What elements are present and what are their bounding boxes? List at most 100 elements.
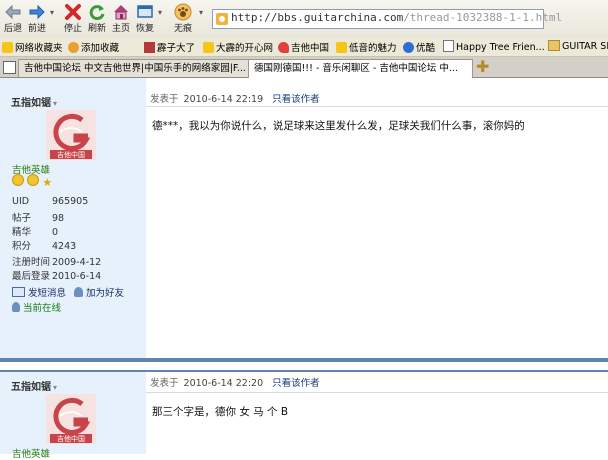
forum-post: 五指如锯 ▾ 吉他中国 吉他英雄 发表于 2010-6-14 22:20 只看该作… xyxy=(0,370,608,460)
page-favicon-icon xyxy=(216,13,228,25)
bookmark-label: 低音的魅力 xyxy=(349,43,397,54)
user-rank: 吉他英雄 xyxy=(12,449,51,460)
bookmark-item[interactable]: 网络收藏夹 xyxy=(2,40,63,54)
bookmark-item[interactable]: GUITAR SH xyxy=(548,40,608,54)
star-icon xyxy=(336,42,347,53)
url-host: http://bbs.guitarchina.com xyxy=(231,11,404,24)
author-menu-icon[interactable]: ▾ xyxy=(53,99,57,108)
avatar[interactable]: 吉他中国 xyxy=(46,110,96,160)
post-time: 2010-6-14 22:20 xyxy=(183,378,264,389)
bookmark-label: 添加收藏 xyxy=(81,43,120,54)
add-friend-icon xyxy=(74,287,83,297)
send-message-link[interactable]: 发短消息 xyxy=(12,285,66,299)
bookmark-label: 吉他中国 xyxy=(291,43,330,54)
bookmark-item[interactable]: 添加收藏 xyxy=(68,40,119,54)
page-icon xyxy=(443,40,454,52)
history-dropdown-icon[interactable]: ▾ xyxy=(50,8,54,17)
guitarchina-logo-icon: 吉他中国 xyxy=(46,110,96,160)
author-sidebar: 五指如锯 ▾ 吉他中国 吉他英雄 xyxy=(0,372,146,460)
stop-x-icon xyxy=(65,4,81,20)
stat-register-date: 注册时间 2009-4-12 xyxy=(12,257,102,268)
star-icon xyxy=(203,42,214,53)
address-bar[interactable]: http://bbs.guitarchina.com/thread-103238… xyxy=(212,9,562,29)
restore-window-icon xyxy=(137,5,153,18)
url-text: http://bbs.guitarchina.com/thread-103238… xyxy=(231,11,562,24)
stat-last-login: 最后登录 2010-6-14 xyxy=(12,271,102,282)
restore-dropdown-icon[interactable]: ▾ xyxy=(158,8,162,17)
bookmark-label: GUITAR SH xyxy=(562,41,608,52)
user-online-icon xyxy=(12,302,20,312)
guitarchina-logo-icon: 吉他中国 xyxy=(46,394,96,444)
post-content: 发表于 2010-6-14 22:19 只看该作者 德***，我以为你说什么，说… xyxy=(146,78,608,358)
play-icon xyxy=(403,42,414,53)
tab-label: 吉他中国论坛 中文吉他世界|中国乐手的网络家园|F... xyxy=(24,63,246,74)
bookmark-item[interactable]: 优酷 xyxy=(403,40,435,54)
tab-list-icon[interactable] xyxy=(3,61,16,74)
avatar[interactable]: 吉他中国 xyxy=(46,394,96,444)
stop-button[interactable]: 停止 xyxy=(62,3,84,37)
post-meta: 发表于 2010-6-14 22:20 只看该作者 xyxy=(150,375,320,389)
post-body: 德***，我以为你说什么，说足球来这里发什么发，足球关我们什么事，滚你妈的 xyxy=(152,120,525,132)
bookmark-item[interactable]: 霹子大了 xyxy=(144,40,195,54)
post-gap xyxy=(0,362,608,370)
back-button[interactable]: 后退 xyxy=(2,3,24,37)
only-author-link[interactable]: 只看该作者 xyxy=(272,378,320,389)
sun-icon xyxy=(12,174,24,186)
star-icon xyxy=(2,42,13,53)
author-name[interactable]: 五指如锯 ▾ xyxy=(11,378,57,393)
bookmark-item[interactable]: 低音的魅力 xyxy=(336,40,397,54)
add-friend-link[interactable]: 加为好友 xyxy=(74,285,124,299)
star-icon: ★ xyxy=(42,176,53,189)
moon-icon xyxy=(27,174,40,186)
forward-arrow-icon xyxy=(29,4,45,20)
browser-toolbar: 后退 前进 ▾ 停止 刷新 主页 恢复 ▾ 无痕 ▾ http://bbs.gu… xyxy=(0,0,608,38)
restore-button[interactable]: 恢复 xyxy=(134,3,156,37)
author-menu-icon[interactable]: ▾ xyxy=(53,383,57,392)
posted-label: 发表于 xyxy=(150,378,179,389)
author-sidebar: 五指如锯 ▾ 吉他中国 吉他英雄 ★ UID 965905 帖子 98 精华 0 积分 4… xyxy=(0,78,146,358)
online-status: 当前在线 xyxy=(12,300,61,314)
home-icon xyxy=(114,5,128,20)
bookmark-item[interactable]: 吉他中国 xyxy=(278,40,329,54)
bookmark-item[interactable]: Happy Tree Frien... xyxy=(443,40,545,54)
bookmark-label: Happy Tree Frien... xyxy=(456,42,545,53)
back-arrow-icon xyxy=(5,4,21,20)
forum-post: 五指如锯 ▾ 吉他中国 吉他英雄 ★ UID 965905 帖子 98 精华 0 积分 4… xyxy=(0,78,608,358)
paw-print-icon xyxy=(174,3,192,21)
post-time: 2010-6-14 22:19 xyxy=(183,94,264,105)
tab-current-thread[interactable]: 德国刚德国!!! - 音乐闲聊区 - 吉他中国论坛 中... xyxy=(248,59,473,78)
only-author-link[interactable]: 只看该作者 xyxy=(272,94,320,105)
stat-digest: 精华 0 xyxy=(12,227,59,238)
bookmark-item[interactable]: 大霹的开心网 xyxy=(203,40,273,54)
restore-label: 恢复 xyxy=(135,24,154,34)
stop-label: 停止 xyxy=(63,24,82,34)
bookmarks-bar: 网络收藏夹 添加收藏 霹子大了 大霹的开心网 吉他中国 低音的魅力 优酷 Hap… xyxy=(0,38,608,57)
refresh-label: 刷新 xyxy=(87,24,106,34)
author-name[interactable]: 五指如锯 ▾ xyxy=(11,94,57,109)
divider xyxy=(146,392,608,393)
forward-label: 前进 xyxy=(27,24,46,34)
post-content: 发表于 2010-6-14 22:20 只看该作者 那三个字是，德你 女 马 个… xyxy=(146,372,608,454)
bookmark-label: 霹子大了 xyxy=(157,43,196,54)
post-meta: 发表于 2010-6-14 22:19 只看该作者 xyxy=(150,91,320,105)
home-button[interactable]: 主页 xyxy=(110,3,132,37)
svg-text:吉他中国: 吉他中国 xyxy=(57,434,85,443)
refresh-icon xyxy=(89,5,105,21)
folder-icon xyxy=(548,40,560,51)
refresh-button[interactable]: 刷新 xyxy=(86,3,108,37)
forum-thread: 五指如锯 ▾ 吉他中国 吉他英雄 ★ UID 965905 帖子 98 精华 0 积分 4… xyxy=(0,78,608,460)
forward-button[interactable]: 前进 xyxy=(26,3,48,37)
noimage-label: 无痕 xyxy=(173,24,192,34)
new-tab-plus-icon[interactable]: ✚ xyxy=(476,57,489,76)
add-favorite-icon xyxy=(68,42,79,53)
posted-label: 发表于 xyxy=(150,94,179,105)
site-icon xyxy=(144,42,155,53)
back-label: 后退 xyxy=(3,24,22,34)
bookmark-label: 优酷 xyxy=(416,43,436,54)
tab-guitarchina-home[interactable]: 吉他中国论坛 中文吉他世界|中国乐手的网络家园|F... xyxy=(18,59,250,77)
noimage-button[interactable]: 无痕 xyxy=(172,3,194,37)
tab-label: 德国刚德国!!! - 音乐闲聊区 - 吉他中国论坛 中... xyxy=(254,63,458,74)
envelope-icon xyxy=(12,287,25,297)
heart-icon xyxy=(278,42,289,53)
noimage-dropdown-icon[interactable]: ▾ xyxy=(199,8,203,17)
